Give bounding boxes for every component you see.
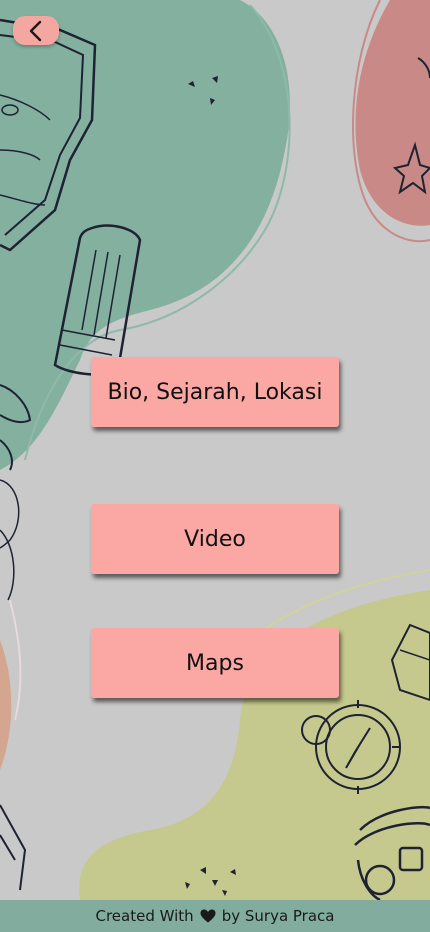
back-button[interactable] [13, 16, 59, 45]
footer-prefix: Created With [95, 907, 194, 925]
bio-sejarah-lokasi-label: Bio, Sejarah, Lokasi [107, 379, 323, 405]
screen: Bio, Sejarah, Lokasi Video Maps Created … [0, 0, 430, 932]
footer: Created With by Surya Praca [0, 900, 430, 932]
video-button[interactable]: Video [91, 504, 339, 574]
footer-suffix: by Surya Praca [221, 907, 335, 925]
maps-button[interactable]: Maps [91, 628, 339, 698]
decorative-background [0, 0, 430, 900]
maps-label: Maps [186, 650, 244, 676]
heart-icon [200, 909, 216, 923]
video-label: Video [184, 526, 246, 552]
chevron-left-icon [29, 20, 42, 41]
bio-sejarah-lokasi-button[interactable]: Bio, Sejarah, Lokasi [91, 357, 339, 427]
orange-blob [0, 640, 12, 770]
